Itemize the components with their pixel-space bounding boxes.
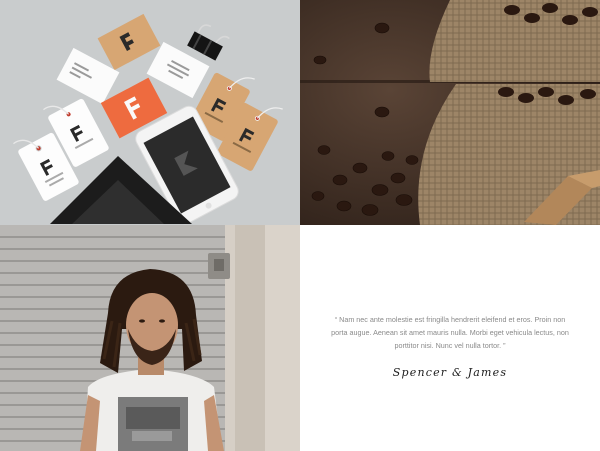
coffee-sack-image[interactable] bbox=[300, 0, 600, 225]
portrait-image[interactable] bbox=[0, 225, 300, 451]
image-gallery-grid: “ Nam nec ante molestie est fringilla he… bbox=[0, 0, 600, 451]
coffee-sack-illustration bbox=[300, 0, 600, 225]
portrait-illustration bbox=[0, 225, 300, 451]
testimonial-author: Spencer & James bbox=[392, 366, 508, 379]
testimonial-card: “ Nam nec ante molestie est fringilla he… bbox=[300, 225, 600, 451]
testimonial-content: “ Nam nec ante molestie est fringilla he… bbox=[328, 313, 572, 379]
branding-mockup-illustration bbox=[0, 0, 300, 225]
testimonial-quote: “ Nam nec ante molestie est fringilla he… bbox=[331, 315, 569, 350]
branding-mockup-image[interactable] bbox=[0, 0, 300, 225]
